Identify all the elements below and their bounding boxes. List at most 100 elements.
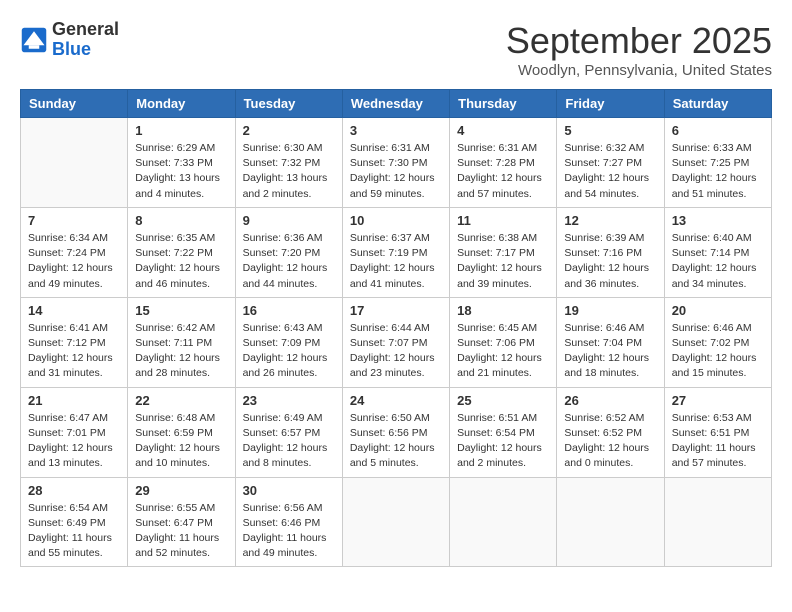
day-number: 18 xyxy=(457,303,549,318)
calendar-cell: 21 Sunrise: 6:47 AMSunset: 7:01 PMDayligh… xyxy=(21,387,128,477)
calendar-cell: 2 Sunrise: 6:30 AMSunset: 7:32 PMDaylight… xyxy=(235,118,342,208)
day-info: Sunrise: 6:45 AMSunset: 7:06 PMDaylight:… xyxy=(457,321,549,382)
calendar-cell: 7 Sunrise: 6:34 AMSunset: 7:24 PMDaylight… xyxy=(21,207,128,297)
calendar-week-2: 7 Sunrise: 6:34 AMSunset: 7:24 PMDaylight… xyxy=(21,207,772,297)
day-info: Sunrise: 6:30 AMSunset: 7:32 PMDaylight:… xyxy=(243,141,335,202)
title-block: September 2025 Woodlyn, Pennsylvania, Un… xyxy=(506,20,772,79)
day-info: Sunrise: 6:37 AMSunset: 7:19 PMDaylight:… xyxy=(350,231,442,292)
day-number: 10 xyxy=(350,213,442,228)
day-info: Sunrise: 6:47 AMSunset: 7:01 PMDaylight:… xyxy=(28,411,120,472)
calendar-cell: 29 Sunrise: 6:55 AMSunset: 6:47 PMDayligh… xyxy=(128,477,235,567)
day-number: 24 xyxy=(350,393,442,408)
day-info: Sunrise: 6:46 AMSunset: 7:02 PMDaylight:… xyxy=(672,321,764,382)
day-number: 22 xyxy=(135,393,227,408)
calendar-cell: 24 Sunrise: 6:50 AMSunset: 6:56 PMDayligh… xyxy=(342,387,449,477)
day-number: 4 xyxy=(457,123,549,138)
calendar-week-3: 14 Sunrise: 6:41 AMSunset: 7:12 PMDayligh… xyxy=(21,297,772,387)
weekday-header-thursday: Thursday xyxy=(450,90,557,118)
day-number: 26 xyxy=(564,393,656,408)
day-number: 11 xyxy=(457,213,549,228)
calendar-cell: 9 Sunrise: 6:36 AMSunset: 7:20 PMDaylight… xyxy=(235,207,342,297)
day-info: Sunrise: 6:54 AMSunset: 6:49 PMDaylight:… xyxy=(28,501,120,562)
day-number: 21 xyxy=(28,393,120,408)
day-info: Sunrise: 6:43 AMSunset: 7:09 PMDaylight:… xyxy=(243,321,335,382)
calendar-cell: 27Sunrise: 6:53 AMSunset: 6:51 PMDayligh… xyxy=(664,387,771,477)
day-info: Sunrise: 6:33 AMSunset: 7:25 PMDaylight:… xyxy=(672,141,764,202)
logo-text: General Blue xyxy=(52,20,119,60)
day-info: Sunrise: 6:56 AMSunset: 6:46 PMDaylight:… xyxy=(243,501,335,562)
calendar-cell: 13 Sunrise: 6:40 AMSunset: 7:14 PMDayligh… xyxy=(664,207,771,297)
day-number: 14 xyxy=(28,303,120,318)
calendar-header-row: SundayMondayTuesdayWednesdayThursdayFrid… xyxy=(21,90,772,118)
day-info: Sunrise: 6:50 AMSunset: 6:56 PMDaylight:… xyxy=(350,411,442,472)
calendar-week-4: 21 Sunrise: 6:47 AMSunset: 7:01 PMDayligh… xyxy=(21,387,772,477)
calendar-cell: 5Sunrise: 6:32 AMSunset: 7:27 PMDaylight… xyxy=(557,118,664,208)
weekday-header-sunday: Sunday xyxy=(21,90,128,118)
calendar-cell: 22 Sunrise: 6:48 AMSunset: 6:59 PMDayligh… xyxy=(128,387,235,477)
weekday-header-friday: Friday xyxy=(557,90,664,118)
day-number: 23 xyxy=(243,393,335,408)
day-info: Sunrise: 6:36 AMSunset: 7:20 PMDaylight:… xyxy=(243,231,335,292)
day-info: Sunrise: 6:46 AMSunset: 7:04 PMDaylight:… xyxy=(564,321,656,382)
day-info: Sunrise: 6:34 AMSunset: 7:24 PMDaylight:… xyxy=(28,231,120,292)
day-info: Sunrise: 6:35 AMSunset: 7:22 PMDaylight:… xyxy=(135,231,227,292)
weekday-header-tuesday: Tuesday xyxy=(235,90,342,118)
day-info: Sunrise: 6:41 AMSunset: 7:12 PMDaylight:… xyxy=(28,321,120,382)
day-number: 12 xyxy=(564,213,656,228)
day-number: 6 xyxy=(672,123,764,138)
day-number: 25 xyxy=(457,393,549,408)
day-info: Sunrise: 6:40 AMSunset: 7:14 PMDaylight:… xyxy=(672,231,764,292)
calendar-cell: 1 Sunrise: 6:29 AMSunset: 7:33 PMDaylight… xyxy=(128,118,235,208)
day-info: Sunrise: 6:38 AMSunset: 7:17 PMDaylight:… xyxy=(457,231,549,292)
day-info: Sunrise: 6:42 AMSunset: 7:11 PMDaylight:… xyxy=(135,321,227,382)
day-number: 19 xyxy=(564,303,656,318)
day-info: Sunrise: 6:48 AMSunset: 6:59 PMDaylight:… xyxy=(135,411,227,472)
calendar-cell: 12Sunrise: 6:39 AMSunset: 7:16 PMDayligh… xyxy=(557,207,664,297)
calendar-table: SundayMondayTuesdayWednesdayThursdayFrid… xyxy=(20,89,772,567)
day-number: 29 xyxy=(135,483,227,498)
day-number: 9 xyxy=(243,213,335,228)
calendar-cell xyxy=(342,477,449,567)
calendar-week-1: 1 Sunrise: 6:29 AMSunset: 7:33 PMDaylight… xyxy=(21,118,772,208)
day-info: Sunrise: 6:44 AMSunset: 7:07 PMDaylight:… xyxy=(350,321,442,382)
month-title: September 2025 xyxy=(506,20,772,62)
calendar-week-5: 28 Sunrise: 6:54 AMSunset: 6:49 PMDayligh… xyxy=(21,477,772,567)
day-number: 8 xyxy=(135,213,227,228)
day-number: 5 xyxy=(564,123,656,138)
calendar-cell: 18 Sunrise: 6:45 AMSunset: 7:06 PMDayligh… xyxy=(450,297,557,387)
calendar-cell: 10 Sunrise: 6:37 AMSunset: 7:19 PMDayligh… xyxy=(342,207,449,297)
logo-icon xyxy=(20,26,48,54)
calendar-cell: 4 Sunrise: 6:31 AMSunset: 7:28 PMDaylight… xyxy=(450,118,557,208)
weekday-header-monday: Monday xyxy=(128,90,235,118)
calendar-cell xyxy=(664,477,771,567)
calendar-cell: 11 Sunrise: 6:38 AMSunset: 7:17 PMDayligh… xyxy=(450,207,557,297)
day-info: Sunrise: 6:49 AMSunset: 6:57 PMDaylight:… xyxy=(243,411,335,472)
day-info: Sunrise: 6:52 AMSunset: 6:52 PMDaylight:… xyxy=(564,411,656,472)
calendar-cell: 30Sunrise: 6:56 AMSunset: 6:46 PMDayligh… xyxy=(235,477,342,567)
day-info: Sunrise: 6:55 AMSunset: 6:47 PMDaylight:… xyxy=(135,501,227,562)
day-number: 13 xyxy=(672,213,764,228)
calendar-cell xyxy=(21,118,128,208)
day-number: 3 xyxy=(350,123,442,138)
page-header: General Blue September 2025 Woodlyn, Pen… xyxy=(20,20,772,79)
day-number: 17 xyxy=(350,303,442,318)
day-number: 28 xyxy=(28,483,120,498)
day-info: Sunrise: 6:29 AMSunset: 7:33 PMDaylight:… xyxy=(135,141,227,202)
weekday-header-wednesday: Wednesday xyxy=(342,90,449,118)
calendar-cell: 17 Sunrise: 6:44 AMSunset: 7:07 PMDayligh… xyxy=(342,297,449,387)
day-number: 2 xyxy=(243,123,335,138)
calendar-cell xyxy=(450,477,557,567)
day-number: 1 xyxy=(135,123,227,138)
calendar-cell: 15Sunrise: 6:42 AMSunset: 7:11 PMDayligh… xyxy=(128,297,235,387)
day-info: Sunrise: 6:51 AMSunset: 6:54 PMDaylight:… xyxy=(457,411,549,472)
day-number: 7 xyxy=(28,213,120,228)
calendar-cell: 20Sunrise: 6:46 AMSunset: 7:02 PMDayligh… xyxy=(664,297,771,387)
logo: General Blue xyxy=(20,20,119,60)
calendar-cell: 25 Sunrise: 6:51 AMSunset: 6:54 PMDayligh… xyxy=(450,387,557,477)
calendar-cell: 8 Sunrise: 6:35 AMSunset: 7:22 PMDaylight… xyxy=(128,207,235,297)
calendar-cell: 26 Sunrise: 6:52 AMSunset: 6:52 PMDayligh… xyxy=(557,387,664,477)
day-number: 27 xyxy=(672,393,764,408)
day-info: Sunrise: 6:31 AMSunset: 7:30 PMDaylight:… xyxy=(350,141,442,202)
day-info: Sunrise: 6:31 AMSunset: 7:28 PMDaylight:… xyxy=(457,141,549,202)
day-number: 16 xyxy=(243,303,335,318)
